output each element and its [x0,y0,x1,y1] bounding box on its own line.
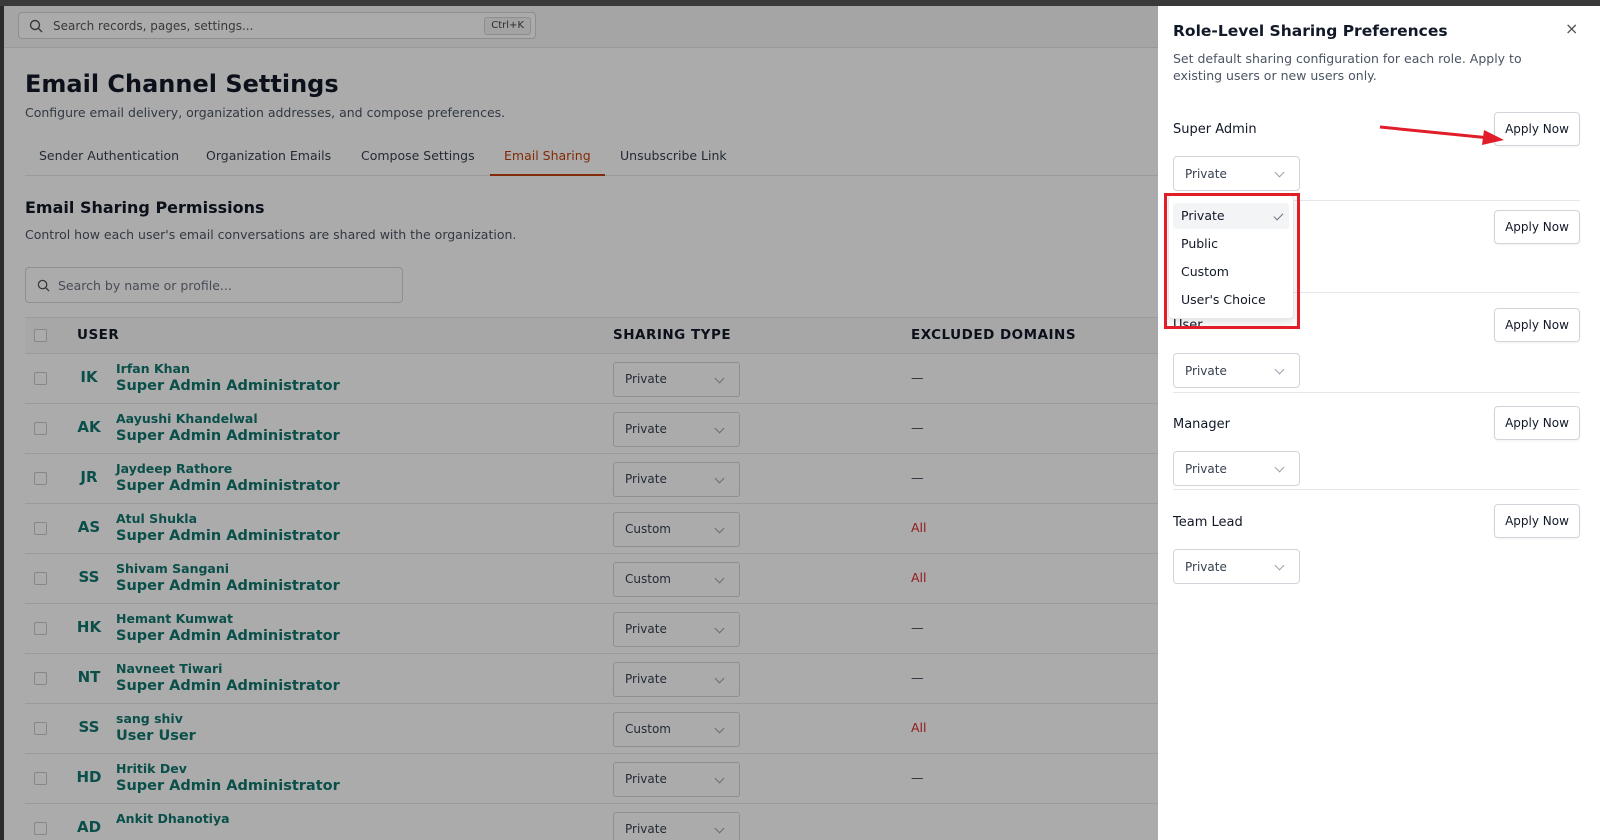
chevron-down-icon [1274,560,1285,571]
chevron-down-icon [1274,462,1285,473]
role-sharing-select[interactable]: Private [1173,353,1300,388]
role-sharing-select[interactable]: Private [1173,156,1300,191]
main-page: Search records, pages, settings... Ctrl+… [4,6,1158,840]
role-label: Manager [1173,417,1230,432]
chevron-down-icon [1274,167,1285,178]
panel-title: Role-Level Sharing Preferences [1173,22,1448,40]
role-label: Super Admin [1173,122,1257,137]
apply-now-button[interactable]: Apply Now [1494,406,1580,440]
highlight-box [1164,193,1300,329]
annotation-arrow-icon [1379,125,1504,145]
divider [1173,392,1580,393]
apply-now-button[interactable]: Apply Now [1494,308,1580,342]
divider [1173,489,1580,490]
role-sharing-select[interactable]: Private [1173,451,1300,486]
role-sharing-value: Private [1185,560,1227,574]
role-sharing-value: Private [1185,364,1227,378]
apply-now-button[interactable]: Apply Now [1494,210,1580,244]
role-sharing-select[interactable]: Private [1173,549,1300,584]
panel-description: Set default sharing configuration for ea… [1173,51,1522,83]
role-label: Team Lead [1173,515,1243,530]
chevron-down-icon [1274,364,1285,375]
role-sharing-value: Private [1185,462,1227,476]
modal-overlay[interactable] [4,6,1158,840]
close-icon[interactable]: × [1565,19,1578,38]
role-sharing-value: Private [1185,167,1227,181]
apply-now-button[interactable]: Apply Now [1494,504,1580,538]
